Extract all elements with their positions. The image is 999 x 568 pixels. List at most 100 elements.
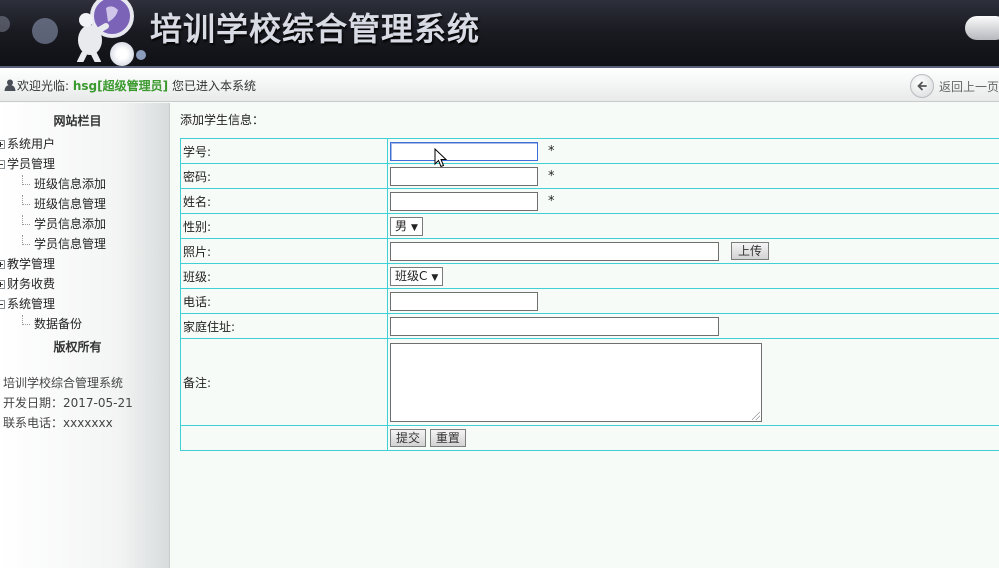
actions-cell: 提交 重置 [387, 425, 999, 451]
expand-plus-icon[interactable] [0, 140, 5, 149]
tree-connector [22, 315, 30, 325]
sidebar-item-data-backup[interactable]: 数据备份 [22, 315, 82, 333]
phone-input[interactable] [390, 291, 538, 311]
sidebar-item-student-management[interactable]: 学员管理 [0, 155, 55, 173]
back-button[interactable]: 返回上一页 [910, 74, 999, 98]
required-mark: * [548, 193, 555, 209]
dropdown-arrow-icon: ▼ [411, 222, 418, 233]
expand-plus-icon[interactable] [0, 260, 5, 269]
notes-textarea[interactable] [390, 342, 762, 422]
sidebar-item-label: 财务收费 [7, 277, 56, 291]
welcome-prefix: 欢迎光临: [17, 79, 70, 93]
field-cell [387, 313, 999, 339]
student-form-table: 学号: * 密码: * 姓名: * 性别: 男 ▼ 照片: 上传 班级: 班级C… [180, 138, 999, 451]
form-title: 添加学生信息： [180, 113, 265, 127]
sidebar-item-label: 系统用户 [7, 137, 56, 151]
field-label: 学号: [180, 138, 388, 164]
form-row-student-id: 学号: * [180, 138, 999, 164]
info-dev-date: 开发日期：2017-05-21 [3, 396, 133, 410]
password-input[interactable] [390, 166, 538, 186]
field-cell: 班级C ▼ [387, 263, 999, 289]
tree-connector [22, 235, 30, 245]
sidebar-item-student-manage[interactable]: 学员信息管理 [22, 235, 106, 253]
sidebar: 网站栏目 系统用户 学员管理 班级信息添加 班级信息管理 学员信息添加 学员信息… [0, 103, 170, 568]
photo-path-input[interactable] [390, 241, 719, 261]
sidebar-item-label: 系统管理 [7, 297, 56, 311]
form-row-phone: 电话: [180, 288, 999, 314]
field-label: 电话: [180, 288, 388, 314]
form-row-password: 密码: * [180, 163, 999, 189]
tree-connector [22, 195, 30, 205]
tree-connector [22, 175, 30, 185]
dropdown-arrow-icon: ▼ [431, 272, 439, 283]
back-arrow-icon [910, 74, 934, 98]
back-label: 返回上一页 [939, 79, 999, 94]
name-input[interactable] [390, 191, 538, 211]
sidebar-item-label: 学员管理 [7, 157, 56, 171]
sidebar-item-label: 学员信息添加 [34, 217, 107, 231]
field-label: 密码: [180, 163, 388, 189]
info-system-name: 培训学校综合管理系统 [3, 376, 124, 390]
sidebar-item-teaching-management[interactable]: 教学管理 [0, 255, 55, 273]
sidebar-item-label: 班级信息添加 [34, 177, 107, 191]
field-cell [387, 288, 999, 314]
class-selected-value: 班级C [395, 268, 428, 283]
empty-label-cell [180, 425, 388, 451]
header-banner: 培训学校综合管理系统 [0, 0, 999, 68]
reset-button[interactable]: 重置 [429, 429, 466, 447]
gender-select[interactable]: 男 ▼ [390, 216, 423, 236]
field-label: 性别: [180, 213, 388, 239]
address-input[interactable] [390, 316, 719, 336]
required-mark: * [548, 168, 555, 184]
sidebar-item-system-management[interactable]: 系统管理 [0, 295, 55, 313]
sidebar-heading: 网站栏目 [53, 114, 102, 128]
resize-grip-icon[interactable] [752, 411, 760, 420]
field-label: 姓名: [180, 188, 388, 214]
required-mark: * [548, 143, 555, 159]
submit-button[interactable]: 提交 [390, 429, 427, 447]
sidebar-item-class-add[interactable]: 班级信息添加 [22, 175, 106, 193]
field-label: 家庭住址: [180, 313, 388, 339]
copyright-heading: 版权所有 [53, 340, 102, 354]
form-row-gender: 性别: 男 ▼ [180, 213, 999, 239]
tree-connector [22, 215, 30, 225]
form-row-name: 姓名: * [180, 188, 999, 214]
field-label: 班级: [180, 263, 388, 289]
decor-bubble [32, 18, 58, 44]
sidebar-item-label: 学员信息管理 [34, 237, 107, 251]
sidebar-item-class-manage[interactable]: 班级信息管理 [22, 195, 106, 213]
field-cell: * [387, 163, 999, 189]
sidebar-item-label: 教学管理 [7, 257, 56, 271]
sidebar-item-finance-fees[interactable]: 财务收费 [0, 275, 55, 293]
sidebar-item-label: 数据备份 [34, 317, 83, 331]
sidebar-item-system-users[interactable]: 系统用户 [0, 135, 55, 153]
collapse-minus-icon[interactable] [0, 300, 5, 309]
form-row-class: 班级: 班级C ▼ [180, 263, 999, 289]
field-cell: 男 ▼ [387, 213, 999, 239]
user-icon [4, 79, 16, 91]
field-cell: 上传 [387, 238, 999, 264]
expand-plus-icon[interactable] [0, 280, 5, 289]
form-row-photo: 照片: 上传 [180, 238, 999, 264]
field-cell: * [387, 138, 999, 164]
field-cell: * [387, 188, 999, 214]
student-id-input[interactable] [390, 141, 538, 161]
info-phone: 联系电话：xxxxxxx [3, 416, 113, 430]
field-label: 备注: [180, 338, 388, 426]
app-title: 培训学校综合管理系统 [150, 10, 481, 48]
decor-bubble [0, 16, 10, 32]
form-row-address: 家庭住址: [180, 313, 999, 339]
class-select[interactable]: 班级C ▼ [390, 266, 444, 286]
status-bar: 欢迎光临: hsg[超级管理员] 您已进入本系统 返回上一页 [0, 68, 999, 102]
current-user: hsg[超级管理员] [72, 79, 169, 93]
main-content: 添加学生信息： 学号: * 密码: * 姓名: * 性别: 男 ▼ 照片: 上传… [171, 103, 999, 568]
upload-button[interactable]: 上传 [731, 242, 770, 260]
form-row-notes: 备注: [180, 338, 999, 426]
sidebar-item-label: 班级信息管理 [34, 197, 107, 211]
header-pill-button[interactable] [965, 16, 999, 40]
decor-bubble [110, 42, 134, 66]
sidebar-item-student-add[interactable]: 学员信息添加 [22, 215, 106, 233]
welcome-suffix: 您已进入本系统 [171, 79, 256, 93]
gender-selected-value: 男 [395, 218, 408, 233]
collapse-minus-icon[interactable] [0, 160, 5, 169]
